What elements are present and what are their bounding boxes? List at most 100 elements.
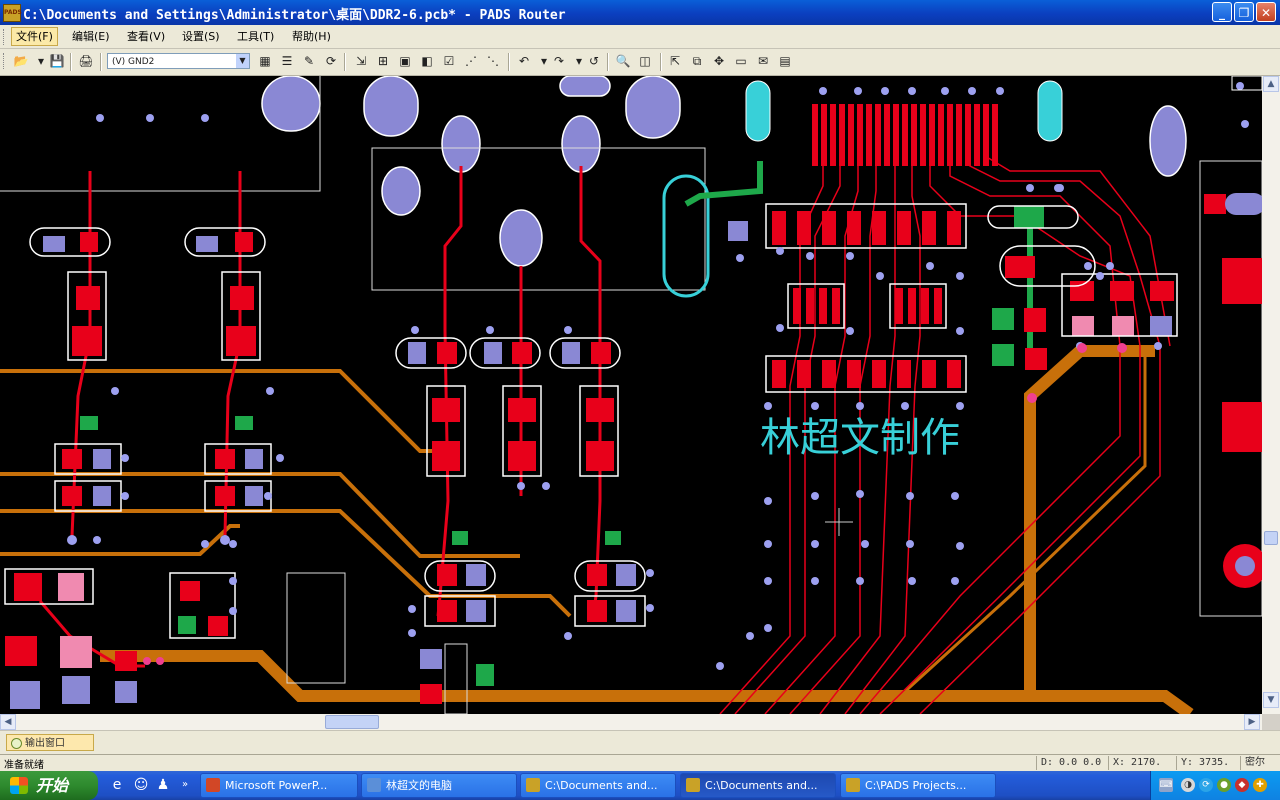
menu-grip[interactable] xyxy=(3,29,7,45)
scroll-up-icon[interactable]: ▲ xyxy=(1263,76,1279,92)
system-tray: ⌨ ◑ ⟳ ● ◆ ✚ xyxy=(1150,771,1280,800)
ic-red-pads xyxy=(772,211,961,388)
thin-bus xyxy=(898,351,1147,698)
scroll-left-icon[interactable]: ◀ xyxy=(0,714,16,730)
status-delta: D: 0.0 0.0 xyxy=(1036,756,1101,770)
move-icon[interactable]: ⇱ xyxy=(666,52,684,70)
toolbar-separator xyxy=(508,53,510,71)
scroll-right-icon[interactable]: ▶ xyxy=(1244,714,1260,730)
messenger-icon[interactable]: ☺ xyxy=(132,776,150,794)
fanout-icon[interactable]: ⋱ xyxy=(484,52,502,70)
minimize-button[interactable]: _ xyxy=(1212,2,1232,22)
menu-help[interactable]: 帮助(H) xyxy=(288,28,335,45)
status-bar: 准备就绪 D: 0.0 0.0 X: 2170. Y: 3735. 密尔 xyxy=(0,754,1280,772)
output-bar: 输出窗口 xyxy=(0,730,1280,755)
verify-icon[interactable]: ☑ xyxy=(440,52,458,70)
save-icon[interactable]: 💾 xyxy=(48,52,66,70)
vertical-scroll-thumb[interactable] xyxy=(1264,531,1278,545)
pads-icon xyxy=(526,778,540,792)
component-icon[interactable]: ◧ xyxy=(418,52,436,70)
task-my-computer[interactable]: 林超文的电脑 xyxy=(361,773,517,798)
update-icon[interactable]: ⟳ xyxy=(1199,778,1213,792)
scroll-down-icon[interactable]: ▼ xyxy=(1263,692,1279,708)
autoroute-icon[interactable]: ⋰ xyxy=(462,52,480,70)
task-label: C:\Documents and... xyxy=(705,779,818,792)
toolbar-separator xyxy=(70,53,72,71)
ie-icon[interactable]: e xyxy=(108,776,126,794)
pads-icon xyxy=(846,778,860,792)
shield-icon[interactable]: ◆ xyxy=(1235,778,1249,792)
task-label: C:\Documents and... xyxy=(545,779,658,792)
window-list-icon[interactable]: ⧉ xyxy=(688,52,706,70)
menu-view[interactable]: 查看(V) xyxy=(123,28,169,45)
vertical-scrollbar[interactable]: ▲ ▼ xyxy=(1262,76,1280,714)
output-window-button[interactable]: 输出窗口 xyxy=(6,734,94,751)
pads-icon[interactable]: ▤ xyxy=(776,52,794,70)
task-label: C:\PADS Projects... xyxy=(865,779,967,792)
task-label: 林超文的电脑 xyxy=(386,779,452,792)
pan-icon[interactable]: ✥ xyxy=(710,52,728,70)
design-rules-icon[interactable]: ✎ xyxy=(300,52,318,70)
redo-icon[interactable]: ↷ xyxy=(550,52,568,70)
horizontal-scrollbar[interactable]: ◀ ▶ xyxy=(0,714,1262,730)
start-label: 开始 xyxy=(36,776,69,795)
layer-list-icon[interactable]: ☰ xyxy=(278,52,296,70)
layer-dropdown[interactable]: (V) GND2 ▼ xyxy=(107,53,250,69)
report-icon[interactable]: ▣ xyxy=(396,52,414,70)
open-icon[interactable]: 📂 xyxy=(12,52,30,70)
print-icon[interactable]: 🖨 xyxy=(77,52,95,70)
drc-icon[interactable]: ⊞ xyxy=(374,52,392,70)
pads-icon xyxy=(686,778,700,792)
task-label: Microsoft PowerP... xyxy=(225,779,328,792)
properties-icon[interactable]: ▦ xyxy=(256,52,274,70)
layer-dropdown-value: (V) GND2 xyxy=(112,57,155,67)
pcb-layout[interactable]: 林超文制作 xyxy=(0,76,1262,714)
pads-app-icon[interactable]: PADS xyxy=(3,4,22,22)
task-pads-1[interactable]: C:\Documents and... xyxy=(520,773,676,798)
select-filter-icon[interactable]: ⇲ xyxy=(352,52,370,70)
maximize-button[interactable]: ❐ xyxy=(1234,2,1254,22)
redraw-icon[interactable]: ↺ xyxy=(585,52,603,70)
status-x: X: 2170. xyxy=(1108,756,1161,770)
title-bar: PADS C:\Documents and Settings\Administr… xyxy=(0,0,1280,25)
close-button[interactable]: ✕ xyxy=(1256,2,1276,22)
output-window-icon xyxy=(11,738,22,749)
refresh-icon[interactable]: ⟳ xyxy=(322,52,340,70)
powerpoint-icon xyxy=(206,778,220,792)
menu-tools[interactable]: 工具(T) xyxy=(233,28,278,45)
network-icon[interactable]: ◑ xyxy=(1181,778,1195,792)
toolbar-separator xyxy=(607,53,609,71)
task-powerpoint[interactable]: Microsoft PowerP... xyxy=(200,773,358,798)
chevron-down-icon[interactable]: ▼ xyxy=(236,54,249,68)
horizontal-scroll-thumb[interactable] xyxy=(325,715,379,729)
zoom-board-icon[interactable]: ◫ xyxy=(636,52,654,70)
pcb-canvas[interactable]: 林超文制作 xyxy=(0,76,1262,714)
view-window-icon[interactable]: ▭ xyxy=(732,52,750,70)
power-bus xyxy=(100,345,1194,714)
windows-logo-icon xyxy=(10,777,28,794)
quicklaunch-more-icon[interactable]: » xyxy=(176,776,194,794)
toolbar-grip[interactable] xyxy=(3,53,7,69)
diff-pair-traces xyxy=(719,106,1171,714)
message-icon[interactable]: ✉ xyxy=(754,52,772,70)
task-pads-2[interactable]: C:\Documents and... xyxy=(680,773,836,798)
toolbar-separator xyxy=(100,53,102,71)
zoom-icon[interactable]: 🔍 xyxy=(614,52,632,70)
taskbar: 开始 e ☺ ♟ » Microsoft PowerP... 林超文的电脑 C:… xyxy=(0,771,1280,800)
output-window-label: 输出窗口 xyxy=(25,738,65,749)
start-button[interactable]: 开始 xyxy=(0,771,98,800)
task-pads-3[interactable]: C:\PADS Projects... xyxy=(840,773,996,798)
keyboard-icon[interactable]: ⌨ xyxy=(1159,778,1173,792)
security-icon[interactable]: ● xyxy=(1217,778,1231,792)
toolbar-separator xyxy=(660,53,662,71)
menu-edit[interactable]: 编辑(E) xyxy=(68,28,114,45)
antivirus-icon[interactable]: ✚ xyxy=(1253,778,1267,792)
menu-file[interactable]: 文件(F) xyxy=(11,27,58,46)
menu-bar: 文件(F) 编辑(E) 查看(V) 设置(S) 工具(T) 帮助(H) xyxy=(0,25,1280,49)
qq-icon[interactable]: ♟ xyxy=(154,776,172,794)
vias xyxy=(67,82,1249,670)
menu-setup[interactable]: 设置(S) xyxy=(178,28,224,45)
crosshair-cursor xyxy=(825,508,853,536)
undo-icon[interactable]: ↶ xyxy=(515,52,533,70)
watermark-text: 林超文制作 xyxy=(760,415,960,461)
